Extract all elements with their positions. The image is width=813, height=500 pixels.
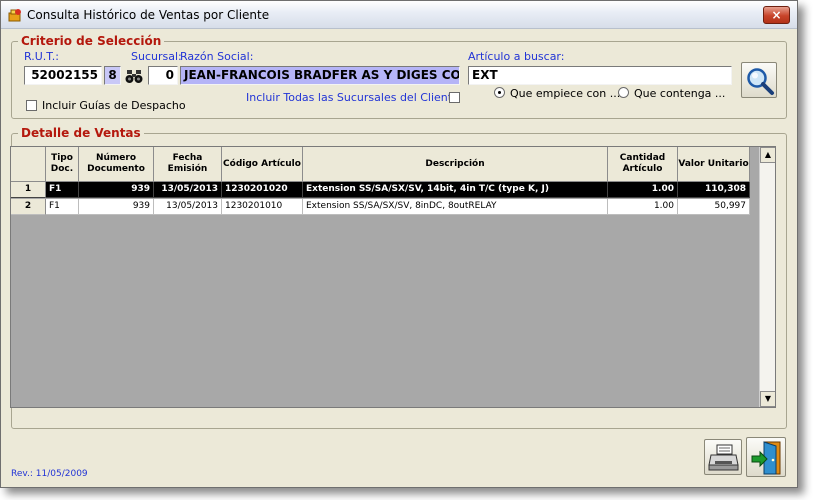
magnifier-icon xyxy=(747,68,774,95)
cell-fecha[interactable]: 13/05/2013 xyxy=(154,199,222,215)
cell-cantidad[interactable]: 1.00 xyxy=(608,182,678,198)
grid-header-descripcion[interactable]: Descripción xyxy=(303,147,608,182)
cell-valor[interactable]: 50,997 xyxy=(678,199,750,215)
cell-tipo[interactable]: F1 xyxy=(46,182,79,198)
main-window: Consulta Histórico de Ventas por Cliente… xyxy=(0,0,798,488)
grid-header-row-num xyxy=(11,147,46,182)
incluir-guias-label: Incluir Guías de Despacho xyxy=(42,99,186,112)
table-row[interactable]: 1 F1 939 13/05/2013 1230201020 Extension… xyxy=(11,182,750,198)
razon-social-label: Razón Social: xyxy=(180,50,254,63)
close-button[interactable]: × xyxy=(763,6,790,24)
printer-icon xyxy=(708,444,739,471)
print-button[interactable] xyxy=(704,439,742,475)
client-area: Criterio de Selección R.U.T.: 52002155 8… xyxy=(1,29,797,487)
grid-header-valor[interactable]: Valor Unitario xyxy=(678,147,750,182)
table-row[interactable]: 2 F1 939 13/05/2013 1230201010 Extension… xyxy=(11,199,750,215)
cell-cantidad[interactable]: 1.00 xyxy=(608,199,678,215)
search-button[interactable] xyxy=(741,62,777,98)
criterio-legend: Criterio de Selección xyxy=(18,34,165,48)
grid-header-fecha[interactable]: Fecha Emisión xyxy=(154,147,222,182)
razon-social-field: JEAN-FRANCOIS BRADFER AS Y DIGES CONSULT… xyxy=(180,66,460,85)
exit-door-icon xyxy=(751,441,781,475)
scroll-up-arrow-icon[interactable]: ▲ xyxy=(760,147,775,163)
sucursal-label: Sucursal: xyxy=(131,50,182,63)
grid-header-codigo[interactable]: Código Artículo xyxy=(222,147,303,182)
cell-codigo[interactable]: 1230201010 xyxy=(222,199,303,215)
grid-vertical-scrollbar[interactable]: ▲ ▼ xyxy=(759,147,775,407)
criterio-group: Criterio de Selección R.U.T.: 52002155 8… xyxy=(11,34,787,119)
cell-numero[interactable]: 939 xyxy=(79,199,154,215)
articulo-search-input[interactable]: EXT xyxy=(468,66,732,85)
row-number: 1 xyxy=(11,182,46,198)
scroll-down-arrow-icon[interactable]: ▼ xyxy=(760,391,775,407)
rut-label: R.U.T.: xyxy=(24,50,59,63)
binoculars-icon[interactable] xyxy=(125,68,143,84)
sucursal-field[interactable]: 0 xyxy=(148,66,178,85)
grid-header-cantidad[interactable]: Cantidad Artículo xyxy=(608,147,678,182)
articulo-label: Artículo a buscar: xyxy=(468,50,565,63)
ventas-grid[interactable]: Tipo Doc. Número Documento Fecha Emisión… xyxy=(10,146,776,408)
incluir-guias-checkbox[interactable] xyxy=(26,100,37,111)
rut-field[interactable]: 52002155 xyxy=(24,66,102,85)
cell-fecha[interactable]: 13/05/2013 xyxy=(154,182,222,198)
radio-empiece-label: Que empiece con ... xyxy=(510,87,621,100)
radio-contenga-label: Que contenga ... xyxy=(634,87,726,100)
incluir-sucursales-label: Incluir Todas las Sucursales del Cliente xyxy=(246,91,459,104)
grid-header-tipo[interactable]: Tipo Doc. xyxy=(46,147,79,182)
cell-descripcion[interactable]: Extension SS/SA/SX/SV, 8inDC, 8outRELAY xyxy=(303,199,608,215)
detalle-legend: Detalle de Ventas xyxy=(18,126,144,140)
cell-tipo[interactable]: F1 xyxy=(46,199,79,215)
radio-contenga[interactable] xyxy=(618,87,629,98)
app-icon xyxy=(8,9,21,22)
cell-numero[interactable]: 939 xyxy=(79,182,154,198)
grid-header-numero[interactable]: Número Documento xyxy=(79,147,154,182)
cell-codigo[interactable]: 1230201020 xyxy=(222,182,303,198)
title-bar: Consulta Histórico de Ventas por Cliente… xyxy=(1,1,797,29)
window-title: Consulta Histórico de Ventas por Cliente xyxy=(27,8,270,22)
radio-empiece-con[interactable] xyxy=(494,87,505,98)
incluir-sucursales-checkbox[interactable] xyxy=(449,92,460,103)
revision-label: Rev.: 11/05/2009 xyxy=(11,469,88,479)
exit-button[interactable] xyxy=(746,437,786,477)
rut-dv-field[interactable]: 8 xyxy=(104,66,121,85)
cell-valor[interactable]: 110,308 xyxy=(678,182,750,198)
cell-descripcion[interactable]: Extension SS/SA/SX/SV, 14bit, 4in T/C (t… xyxy=(303,182,608,198)
row-number: 2 xyxy=(11,199,46,215)
